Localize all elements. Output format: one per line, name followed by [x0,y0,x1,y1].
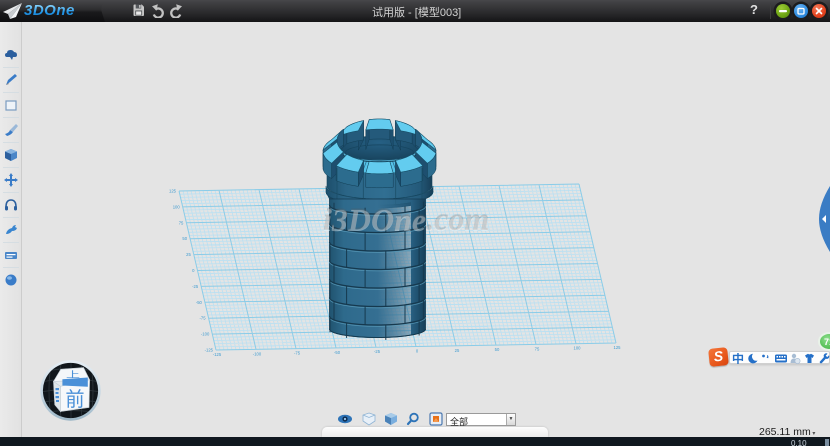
svg-text:100: 100 [574,346,582,351]
svg-text:-50: -50 [196,300,203,305]
svg-text:-100: -100 [253,351,262,356]
svg-text:25: 25 [455,348,460,353]
svg-text:中: 中 [732,353,744,364]
svg-text:125: 125 [169,189,177,194]
svg-text:0: 0 [416,349,419,354]
svg-text:-75: -75 [294,351,301,356]
svg-text:-75: -75 [200,316,207,321]
svg-text:前: 前 [65,389,84,411]
svg-text:75: 75 [179,220,184,225]
svg-text:上: 上 [66,370,80,380]
svg-text:-25: -25 [374,349,381,354]
svg-text:100: 100 [173,204,181,209]
svg-text:-25: -25 [192,284,199,289]
svg-text:50: 50 [495,347,500,352]
svg-text:125: 125 [614,345,622,350]
svg-text:25: 25 [186,252,191,257]
svg-text:-50: -50 [334,350,341,355]
svg-text:75: 75 [535,346,540,351]
svg-text:-125: -125 [213,352,222,357]
svg-text:0: 0 [192,268,195,273]
svg-text:-100: -100 [201,332,210,337]
svg-text:50: 50 [182,236,187,241]
